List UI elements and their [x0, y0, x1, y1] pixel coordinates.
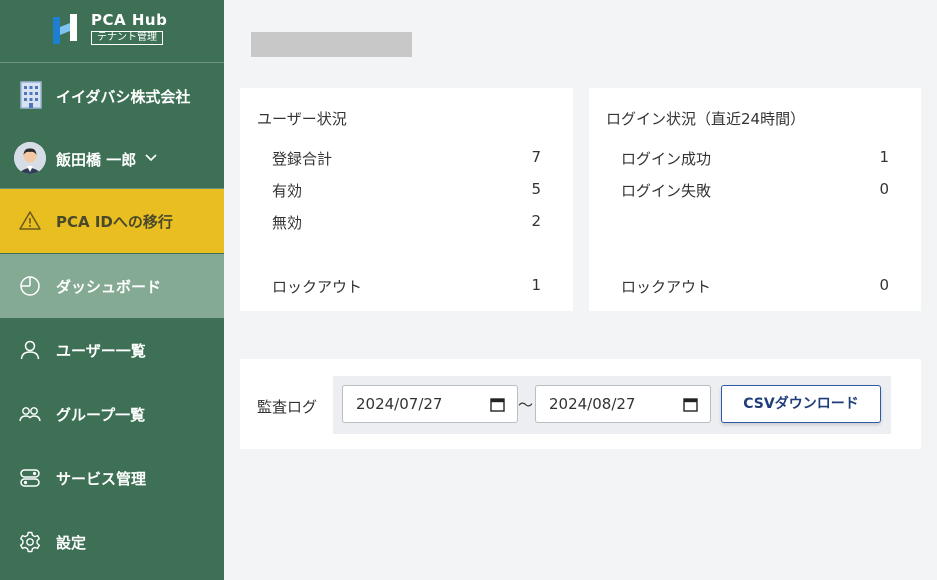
- nav-label: 設定: [56, 534, 87, 552]
- tenant-name: イイダバシ株式会社: [56, 88, 191, 106]
- user-avatar-icon: [14, 142, 46, 174]
- stat-value: 1: [531, 276, 541, 294]
- stat-label: ログイン成功: [621, 150, 712, 168]
- stat-label: 無効: [272, 214, 303, 232]
- stat-value: 2: [531, 212, 541, 230]
- nav-label: グループ一覧: [56, 406, 146, 424]
- nav-label: ユーザー一覧: [56, 342, 146, 360]
- nav-item-dashboard[interactable]: ダッシュボード: [0, 254, 224, 318]
- nav-label: サービス管理: [56, 470, 147, 488]
- warning-icon: [19, 211, 41, 230]
- group-icon: [19, 407, 41, 422]
- nav-item-users[interactable]: ユーザー一覧: [0, 318, 224, 382]
- stat-label: ログイン失敗: [621, 182, 712, 200]
- pca-hub-logo-icon: [53, 14, 77, 44]
- dashboard-icon: [20, 276, 40, 296]
- brand-logo[interactable]: PCA Hub テナント管理: [0, 0, 224, 62]
- building-icon: [20, 81, 42, 109]
- page-title-placeholder: [251, 32, 412, 57]
- nav-label: ダッシュボード: [56, 278, 162, 296]
- date-to-input[interactable]: 2024/08/27: [535, 385, 711, 423]
- brand-title: PCA Hub: [91, 11, 168, 29]
- calendar-icon[interactable]: [490, 397, 505, 412]
- nav-item-services[interactable]: サービス管理: [0, 446, 224, 510]
- stat-value: 1: [879, 148, 889, 166]
- date-from-value: 2024/07/27: [356, 395, 443, 413]
- sidebar: PCA Hub テナント管理 イイダバシ株式会社 飯田橋 一郎 PCA IDへの…: [0, 0, 224, 580]
- stat-value: 7: [531, 148, 541, 166]
- stat-value: 5: [531, 180, 541, 198]
- stat-value: 0: [879, 180, 889, 198]
- service-icon: [20, 469, 40, 487]
- nav-item-pca-id-migration[interactable]: PCA IDへの移行: [0, 189, 224, 253]
- tenant-selector[interactable]: イイダバシ株式会社: [0, 64, 224, 126]
- user-name[interactable]: 飯田橋 一郎: [56, 149, 136, 170]
- nav-label: PCA IDへの移行: [56, 213, 173, 231]
- csv-download-button[interactable]: CSVダウンロード: [721, 385, 881, 423]
- gear-icon: [20, 531, 40, 553]
- card-title: ユーザー状況: [257, 110, 347, 128]
- audit-log-card: 監査ログ 2024/07/27 ～ 2024/08/27 CSVダウンロード: [240, 359, 921, 449]
- user-icon: [20, 340, 40, 360]
- login-status-card: ログイン状況（直近24時間） ログイン成功 1 ログイン失敗 0 ロックアウト …: [589, 88, 921, 311]
- nav-item-groups[interactable]: グループ一覧: [0, 382, 224, 446]
- card-title: ログイン状況（直近24時間）: [606, 110, 806, 128]
- divider: [0, 62, 224, 63]
- audit-log-label: 監査ログ: [257, 398, 318, 416]
- chevron-down-icon[interactable]: [144, 149, 158, 165]
- date-range-separator: ～: [518, 396, 534, 414]
- stat-value: 0: [879, 276, 889, 294]
- audit-log-controls: 2024/07/27 ～ 2024/08/27 CSVダウンロード: [333, 376, 891, 434]
- stat-label: ロックアウト: [272, 278, 363, 296]
- nav-item-settings[interactable]: 設定: [0, 510, 224, 574]
- brand-subtitle: テナント管理: [91, 31, 163, 45]
- user-status-card: ユーザー状況 登録合計 7 有効 5 無効 2 ロックアウト 1: [240, 88, 573, 311]
- date-to-value: 2024/08/27: [549, 395, 636, 413]
- calendar-icon[interactable]: [683, 397, 698, 412]
- stat-label: ロックアウト: [621, 278, 712, 296]
- stat-label: 登録合計: [272, 150, 333, 168]
- date-from-input[interactable]: 2024/07/27: [342, 385, 518, 423]
- avatar[interactable]: [14, 142, 46, 174]
- stat-label: 有効: [272, 182, 303, 200]
